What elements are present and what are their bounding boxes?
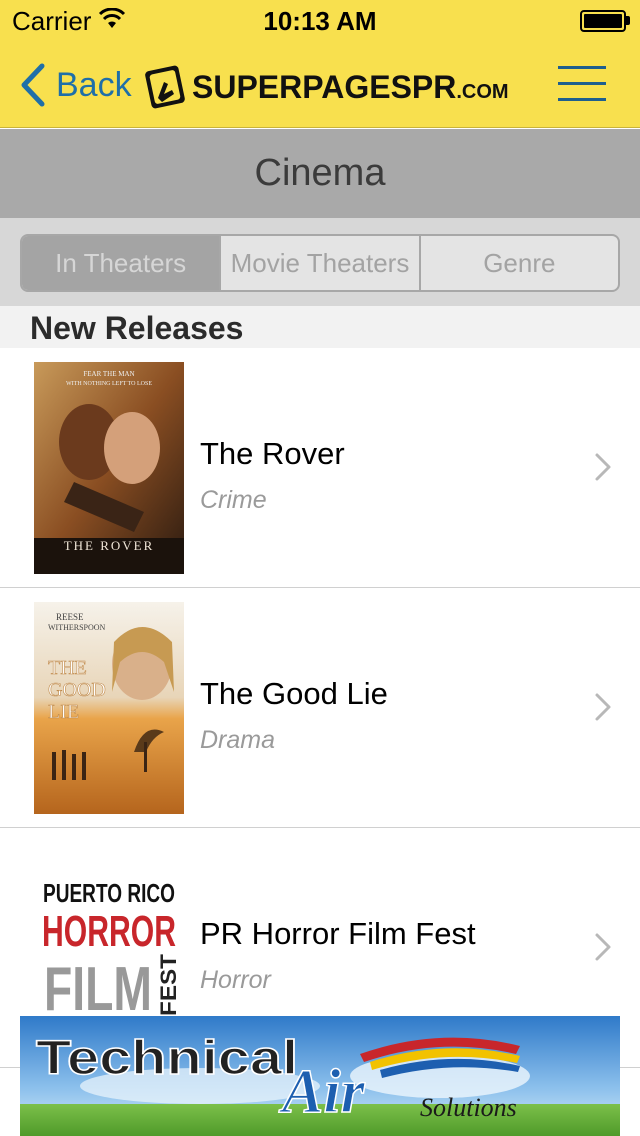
ad-banner-image: Technical Air Solutions [20, 1016, 620, 1136]
segmented-control: In Theaters Movie Theaters Genre [20, 234, 620, 292]
walking-fingers-logo-icon [145, 65, 185, 109]
poster-line-2: HORROR [42, 907, 176, 956]
page-header: Cinema [0, 129, 640, 218]
hamburger-menu-button[interactable] [558, 66, 606, 102]
chevron-right-icon [595, 453, 611, 481]
back-button[interactable]: Back [14, 60, 132, 110]
movie-genre: Drama [200, 726, 276, 754]
ad-banner[interactable]: Technical Air Solutions [20, 1016, 620, 1136]
chevron-right-icon [595, 693, 611, 721]
list-section-header: New Releases [0, 306, 640, 348]
movie-title: PR Horror Film Fest [200, 916, 476, 951]
poster-line-4: FEST [156, 953, 181, 1016]
navigation-bar: Back SUPERPAGESPR.COM [0, 40, 640, 128]
segment-genre[interactable]: Genre [421, 236, 618, 290]
status-bar: Carrier 10:13 AM [0, 0, 640, 40]
poster-actor-1: REESE [56, 612, 84, 622]
chevron-left-icon [21, 63, 45, 107]
section-title: New Releases [30, 310, 244, 346]
movie-genre: Horror [200, 966, 271, 994]
movie-row-the-good-lie[interactable]: REESE WITHERSPOON THE GOOD LIE The Good … [0, 588, 640, 828]
poster-actor-2: WITHERSPOON [48, 623, 106, 632]
battery-tip [626, 16, 630, 25]
poster-tagline-1: FEAR THE MAN [83, 370, 134, 378]
poster-title-2: GOOD [48, 679, 106, 701]
back-label: Back [56, 65, 132, 104]
movie-title: The Good Lie [200, 676, 388, 711]
clock: 10:13 AM [263, 6, 377, 36]
poster-tagline-2: WITH NOTHING LEFT TO LOSE [66, 381, 152, 387]
poster-title-1: THE [48, 657, 87, 679]
movie-genre: Crime [200, 486, 267, 514]
ad-script-text: Air [278, 1058, 366, 1126]
poster-line-1: PUERTO RICO [43, 878, 175, 908]
ad-sub-text: Solutions [420, 1093, 517, 1122]
poster-image-the-rover: FEAR THE MAN WITH NOTHING LEFT TO LOSE T… [34, 362, 184, 574]
segment-area: In Theaters Movie Theaters Genre [0, 218, 640, 306]
segment-movie-theaters[interactable]: Movie Theaters [221, 236, 421, 290]
chevron-right-icon [595, 933, 611, 961]
poster-title-3: LIE [48, 701, 79, 723]
segment-in-theaters[interactable]: In Theaters [22, 236, 222, 290]
battery-icon [580, 10, 626, 32]
logo-text: SUPERPAGESPR.COM [192, 68, 509, 105]
poster-image-the-good-lie: REESE WITHERSPOON THE GOOD LIE [34, 602, 184, 814]
ad-text: Technical [36, 1032, 298, 1085]
movie-list: FEAR THE MAN WITH NOTHING LEFT TO LOSE T… [0, 348, 640, 1068]
poster-title: THE ROVER [64, 538, 155, 553]
page-title: Cinema [254, 152, 386, 194]
movie-title: The Rover [200, 436, 345, 471]
superpages-logo: SUPERPAGESPR.COM [142, 64, 509, 110]
movie-row-the-rover[interactable]: FEAR THE MAN WITH NOTHING LEFT TO LOSE T… [0, 348, 640, 588]
poster-line-3: FILM [44, 955, 152, 1024]
